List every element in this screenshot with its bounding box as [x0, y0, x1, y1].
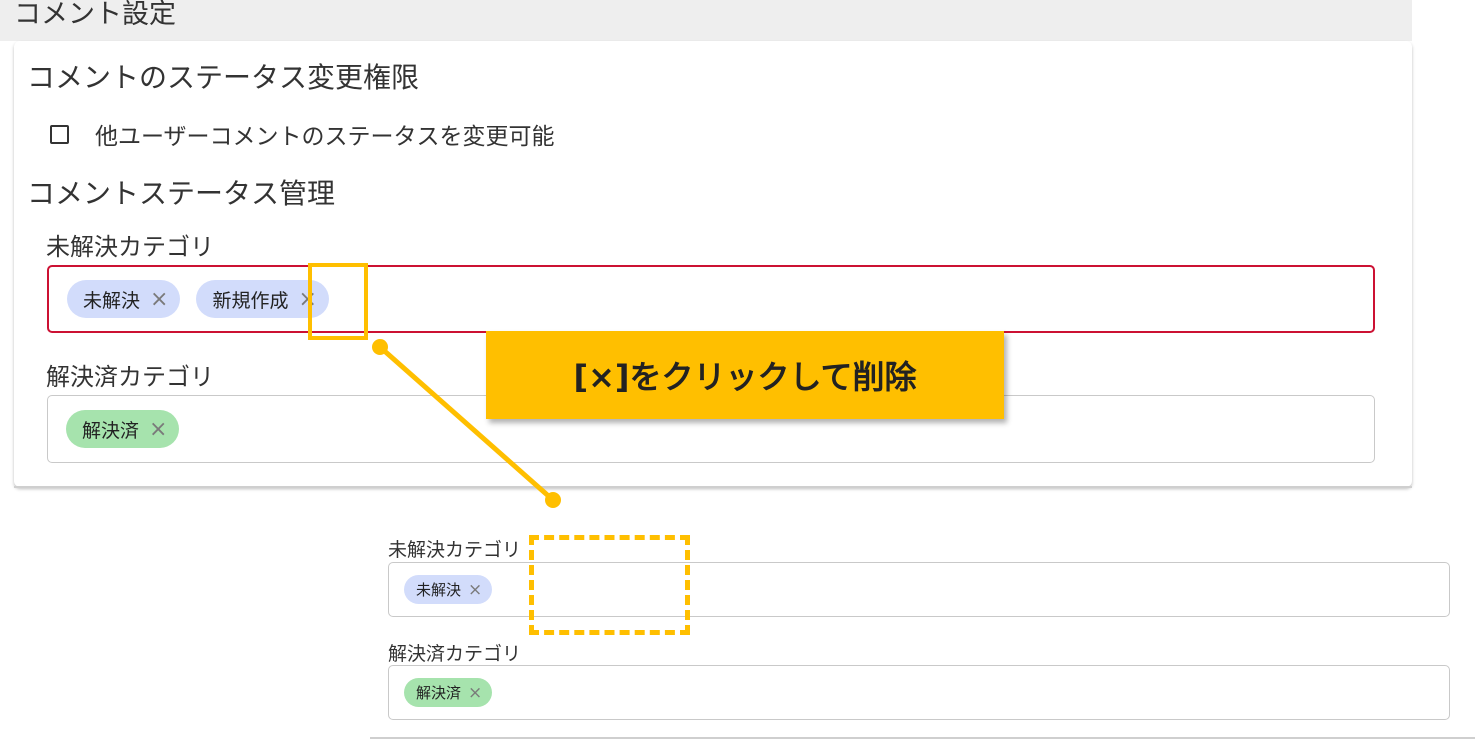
- after-divider: [370, 737, 1475, 739]
- connector-end-dot: [545, 492, 561, 508]
- chip-unresolved: 未解決 ×: [404, 575, 493, 604]
- instruction-callout: [×]をクリックして削除: [486, 331, 1004, 419]
- after-resolved-category-input[interactable]: 解決済 ×: [388, 665, 1450, 720]
- chip-label: 未解決: [416, 581, 462, 599]
- connector-start-dot: [372, 339, 388, 355]
- after-unresolved-category-label: 未解決カテゴリ: [388, 539, 522, 561]
- chip-remove-icon[interactable]: ×: [468, 580, 482, 600]
- chip-remove-icon[interactable]: ×: [468, 683, 482, 703]
- chip-label: 解決済: [416, 684, 462, 702]
- removed-chip-indicator: [529, 535, 690, 635]
- chip-resolved: 解決済 ×: [404, 678, 493, 707]
- after-resolved-category-label: 解決済カテゴリ: [388, 643, 522, 665]
